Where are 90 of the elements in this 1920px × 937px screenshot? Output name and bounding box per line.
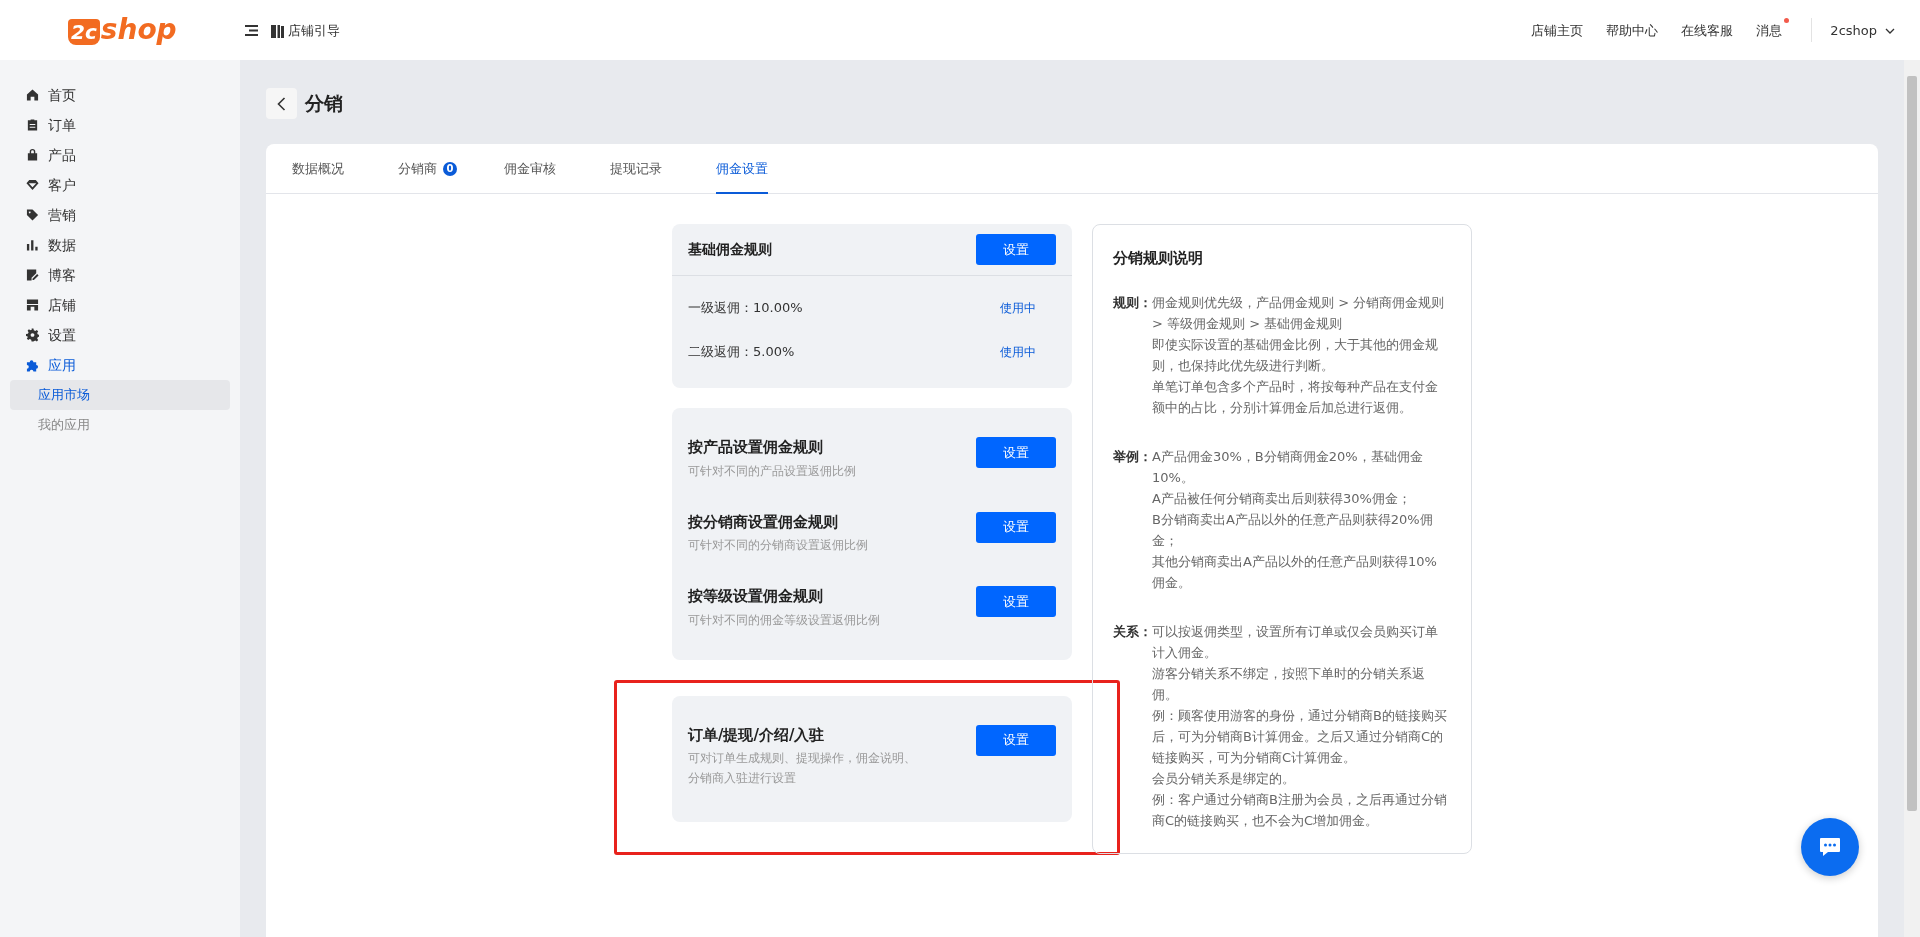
section-text: 例：顾客使用游客的身份，通过分销商B的链接购买后，可为分销商B计算佣金。之后又通过分销商C的链接购买，可为分销商C计算佣金。 [1152, 706, 1447, 767]
section-label: 关系： [1113, 622, 1152, 641]
rule-description: 可针对不同的佣金等级设置返佣比例 [688, 611, 880, 629]
header-link[interactable]: 消息 [1756, 17, 1790, 43]
sidebar-label: 应用 [48, 355, 76, 375]
status-link[interactable]: 使用中 [1000, 299, 1036, 317]
sidebar-label: 营销 [48, 205, 76, 225]
section-text: 单笔订单包含多个产品时，将按每种产品在支付金额中的占比，分别计算佣金后加总进行返佣。 [1152, 377, 1439, 417]
header-link[interactable]: 帮助中心 [1606, 17, 1666, 43]
sidebar-item[interactable]: 博客 [0, 260, 240, 290]
settings-button[interactable]: 设置 [976, 586, 1056, 617]
sidebar-label: 博客 [48, 265, 76, 285]
scrollbar-thumb[interactable] [1907, 76, 1917, 811]
page-title: 分销 [305, 92, 343, 115]
rule-description: 可针对不同的产品设置返佣比例 [688, 462, 856, 480]
edit-icon [26, 268, 39, 282]
count-badge: 0 [443, 162, 457, 176]
section-text: 例：客户通过分销商B注册为会员，之后再通过分销商C的链接购买，也不会为C增加佣金。 [1152, 790, 1447, 830]
sidebar-label: 数据 [48, 235, 76, 255]
sidebar-item[interactable]: 店铺 [0, 290, 240, 320]
sidebar-label: 客户 [48, 175, 76, 195]
sidebar-item[interactable]: 客户 [0, 170, 240, 200]
sidebar-label: 首页 [48, 85, 76, 105]
book-icon [270, 24, 284, 38]
bag-icon [26, 148, 39, 162]
section-text: 其他分销商卖出A产品以外的任意产品则获得10%佣金。 [1152, 552, 1438, 592]
rule-title: 按等级设置佣金规则 [688, 586, 824, 607]
rule-title: 按产品设置佣金规则 [688, 437, 824, 458]
sidebar-subitem[interactable]: 应用市场 [10, 380, 230, 410]
section-label: 举例： [1113, 447, 1152, 466]
menu-icon[interactable] [244, 24, 258, 36]
guide-text: 店铺引导 [287, 22, 340, 41]
sidebar-label: 店铺 [48, 295, 76, 315]
sidebar-item[interactable]: 首页 [0, 80, 240, 110]
rebate-label: 二级返佣：5.00% [688, 343, 795, 362]
puzzle-icon [26, 358, 39, 372]
rule-description: 可对订单生成规则、提现操作，佣金说明、分销商入驻进行设置 [688, 750, 917, 787]
account-name: 2cshop [1830, 22, 1877, 41]
caret-icon [1885, 28, 1895, 34]
rebate-label: 一级返佣：10.00% [688, 299, 803, 318]
settings-button[interactable]: 设置 [976, 511, 1056, 543]
chat-icon [1819, 837, 1841, 857]
tab[interactable]: 佣金审核 [504, 144, 610, 194]
rule-title: 订单/提现/介绍/入驻 [688, 724, 826, 746]
bar-chart-icon [26, 238, 39, 252]
panel-title: 分销规则说明 [1113, 248, 1204, 269]
section-text: B分销商卖出A产品以外的任意产品则获得20%佣金； [1152, 510, 1434, 550]
sidebar-item[interactable]: 订单 [0, 110, 240, 140]
sidebar-item[interactable]: 数据 [0, 230, 240, 260]
settings-button[interactable]: 设置 [976, 437, 1056, 468]
rule-description: 可针对不同的分销商设置返佣比例 [688, 537, 868, 554]
sidebar-item[interactable]: 营销 [0, 200, 240, 230]
section-text: 会员分销关系是绑定的。 [1152, 769, 1296, 788]
tab[interactable]: 分销商 0 [398, 144, 504, 194]
logo-text: shop [100, 15, 177, 45]
sidebar-item[interactable]: 应用 [0, 350, 240, 380]
section-text: 佣金规则优先级，产品佣金规则 > 分销商佣金规则 > 等级佣金规则 > 基础佣金规则 [1152, 293, 1446, 333]
sidebar-label: 产品 [48, 145, 76, 165]
tag-icon [26, 208, 39, 222]
tab[interactable]: 数据概况 [292, 144, 398, 194]
store-icon [26, 298, 39, 312]
header-link[interactable]: 店铺主页 [1531, 17, 1591, 43]
chevron-left-icon [277, 96, 286, 111]
header-link[interactable]: 在线客服 [1681, 17, 1741, 43]
tab[interactable]: 佣金设置 [716, 144, 822, 194]
rule-title: 按分销商设置佣金规则 [688, 511, 839, 533]
back-button[interactable] [266, 88, 297, 119]
settings-button[interactable]: 设置 [976, 234, 1056, 265]
section-label: 规则： [1113, 293, 1152, 312]
clipboard-icon [26, 118, 39, 132]
home-icon [26, 88, 39, 102]
settings-button[interactable]: 设置 [976, 724, 1056, 756]
settings-icon [26, 328, 39, 342]
sidebar-item[interactable]: 产品 [0, 140, 240, 170]
section-text: 游客分销关系不绑定，按照下单时的分销关系返佣。 [1152, 664, 1426, 704]
logo-badge: 2c [68, 19, 100, 45]
section-text: 即使实际设置的基础佣金比例，大于其他的佣金规则，也保持此优先级进行判断。 [1152, 335, 1439, 375]
sidebar-label: 订单 [48, 115, 76, 135]
sidebar-label: 设置 [48, 325, 76, 345]
account-menu[interactable]: 2cshop [1830, 17, 1902, 43]
diamond-icon [26, 178, 39, 192]
tab[interactable]: 提现记录 [610, 144, 716, 194]
scrollbar[interactable] [1904, 60, 1920, 937]
card-title: 基础佣金规则 [688, 240, 772, 259]
guide-link[interactable]: 店铺引导 [270, 17, 347, 43]
status-link[interactable]: 使用中 [1000, 343, 1036, 361]
section-text: A产品被任何分销商卖出后则获得30%佣金； [1152, 489, 1412, 508]
section-text: A产品佣金30%，B分销商佣金20%，基础佣金10%。 [1152, 447, 1424, 487]
sidebar-item[interactable]: 设置 [0, 320, 240, 350]
section-text: 可以按返佣类型，设置所有订单或仅会员购买订单计入佣金。 [1152, 622, 1439, 662]
